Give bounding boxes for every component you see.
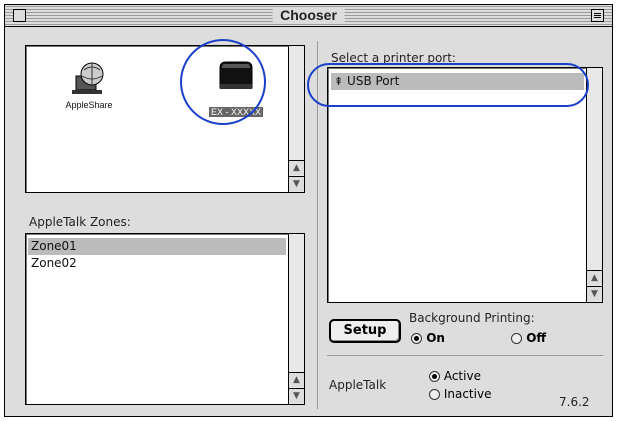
radio-active-label: Active: [443, 369, 481, 383]
zoom-box-icon[interactable]: [591, 9, 604, 22]
scroll-down-arrow-icon[interactable]: ▼: [289, 388, 304, 403]
scroll-up-arrow-icon[interactable]: ▲: [289, 372, 304, 387]
background-printing-label: Background Printing:: [409, 311, 535, 325]
device-label: AppleShare: [65, 100, 113, 110]
usb-port-annotation-ellipse: [307, 63, 589, 107]
appletalk-inactive[interactable]: Inactive: [429, 387, 491, 401]
port-list-scrollbar[interactable]: ▲ ▼: [586, 68, 602, 302]
radio-inactive-label: Inactive: [443, 387, 492, 401]
radio-on-icon[interactable]: [411, 333, 422, 344]
radio-active-icon[interactable]: [429, 371, 440, 382]
radio-on-label: On: [426, 331, 445, 345]
chooser-window: Chooser AppleShare EX - XXXXX ▲ ▼ AppleT…: [4, 4, 613, 417]
scroll-up-arrow-icon[interactable]: ▲: [587, 270, 602, 285]
appletalk-label: AppleTalk: [329, 378, 387, 392]
scroll-down-arrow-icon[interactable]: ▼: [587, 286, 602, 301]
appletalk-active[interactable]: Active: [429, 369, 481, 383]
zones-heading: AppleTalk Zones:: [29, 215, 131, 229]
zones-list[interactable]: Zone01 Zone02 ▲ ▼: [25, 233, 305, 405]
zone-item[interactable]: Zone02: [28, 255, 286, 272]
background-printing-off[interactable]: Off: [511, 331, 546, 345]
horizontal-divider: [327, 355, 603, 356]
background-printing-on[interactable]: On: [411, 331, 445, 345]
appleshare-icon: [72, 62, 104, 94]
radio-off-icon[interactable]: [511, 333, 522, 344]
printer-annotation-circle: [180, 39, 266, 125]
zones-scrollbar[interactable]: ▲ ▼: [288, 234, 304, 404]
scroll-up-arrow-icon[interactable]: ▲: [289, 160, 304, 175]
title-bar[interactable]: Chooser: [5, 5, 612, 27]
zone-item[interactable]: Zone01: [28, 238, 286, 255]
radio-off-label: Off: [526, 331, 547, 345]
radio-inactive-icon[interactable]: [429, 389, 440, 400]
device-appleshare[interactable]: AppleShare: [54, 58, 124, 110]
scroll-down-arrow-icon[interactable]: ▼: [289, 176, 304, 191]
close-box-icon[interactable]: [13, 9, 26, 22]
setup-button[interactable]: Setup: [329, 319, 401, 343]
window-title: Chooser: [272, 7, 345, 24]
version-label: 7.6.2: [559, 395, 590, 409]
device-list-scrollbar[interactable]: ▲ ▼: [288, 46, 304, 192]
